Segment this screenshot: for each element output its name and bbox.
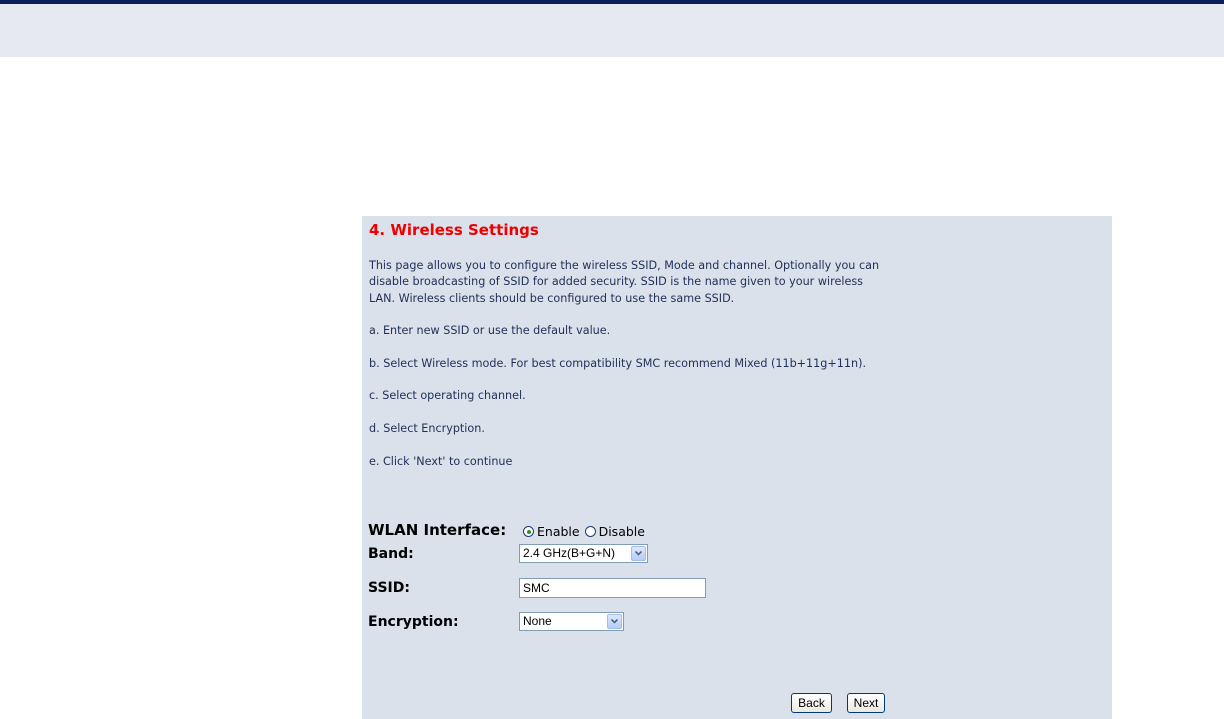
band-select-value: 2.4 GHz(B+G+N) xyxy=(523,546,616,560)
wizard-panel: 4. Wireless Settings This page allows yo… xyxy=(362,216,1112,719)
chevron-down-icon[interactable] xyxy=(631,546,646,561)
band-label: Band: xyxy=(368,546,414,562)
instruction-intro: This page allows you to configure the wi… xyxy=(369,259,880,305)
wlan-disable-label[interactable]: Disable xyxy=(599,524,645,539)
instruction-step-e: e. Click 'Next' to continue xyxy=(369,454,513,468)
page-title: 4. Wireless Settings xyxy=(369,221,539,239)
instruction-step-c: c. Select operating channel. xyxy=(369,389,526,403)
instruction-step-a: a. Enter new SSID or use the default val… xyxy=(369,324,611,338)
encryption-label: Encryption: xyxy=(368,614,459,630)
encryption-select[interactable]: None xyxy=(519,612,624,631)
band-select[interactable]: 2.4 GHz(B+G+N) xyxy=(519,544,648,563)
wlan-enable-label[interactable]: Enable xyxy=(537,524,580,539)
ssid-label: SSID: xyxy=(368,580,410,596)
instruction-step-d: d. Select Encryption. xyxy=(369,421,485,435)
instructions: This page allows you to configure the wi… xyxy=(369,258,889,486)
wlan-enable-radio[interactable] xyxy=(523,526,534,537)
wlan-interface-label: WLAN Interface: xyxy=(368,521,507,539)
encryption-select-value: None xyxy=(523,614,552,628)
back-button[interactable]: Back xyxy=(791,693,832,713)
wlan-interface-radio-group: Enable Disable xyxy=(523,524,650,539)
header-band xyxy=(0,4,1224,57)
wlan-disable-radio[interactable] xyxy=(584,526,596,537)
chevron-down-icon[interactable] xyxy=(607,614,622,629)
instruction-step-b: b. Select Wireless mode. For best compat… xyxy=(369,356,867,370)
next-button[interactable]: Next xyxy=(847,693,885,713)
ssid-input[interactable] xyxy=(519,578,706,598)
